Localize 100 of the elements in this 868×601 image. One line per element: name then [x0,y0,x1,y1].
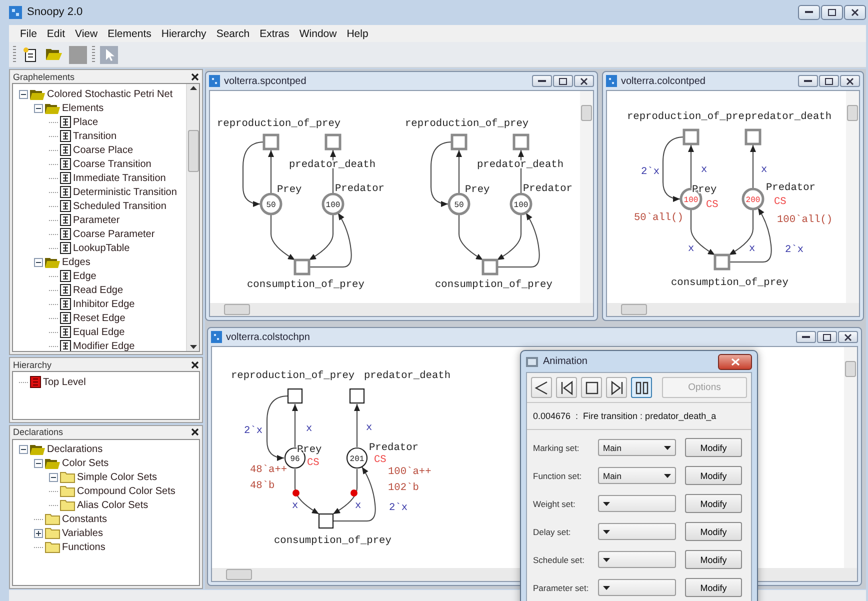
close-icon[interactable] [191,72,199,81]
minimize-button[interactable] [798,75,818,88]
scroll-thumb[interactable] [581,105,592,122]
scroll-down-icon[interactable] [190,345,196,350]
tree-item[interactable]: Declarations [47,444,103,456]
tree-item[interactable]: Compound Color Sets [77,486,176,498]
stop-button[interactable] [581,377,602,398]
set-dropdown[interactable] [598,579,676,596]
tree-item[interactable]: Coarse Parameter [73,228,155,240]
token-count: 100 [684,196,698,206]
transition-label: predator_death [745,111,832,124]
minimize-button[interactable] [796,331,816,344]
tree-item[interactable]: Read Edge [73,284,124,296]
menu-item[interactable]: Edit [42,28,70,40]
tree-item[interactable]: Coarse Place [73,144,134,156]
set-label: Delay set: [533,526,572,536]
collapse-toggle[interactable] [34,459,43,468]
open-folder-icon [45,458,60,470]
scroll-thumb[interactable] [188,130,198,172]
close-icon[interactable] [191,428,199,436]
scroll-thumb[interactable] [847,105,858,122]
tree-item[interactable]: LookupTable [73,242,130,254]
tree-item[interactable]: Coarse Transition [73,158,152,170]
place-label: Prey [692,184,717,196]
collapse-toggle[interactable] [34,104,43,113]
modify-button[interactable]: Modify [685,438,742,457]
tree-item[interactable]: Variables [62,528,103,540]
modify-button[interactable]: Modify [685,466,742,485]
tree-item[interactable]: Immediate Transition [73,172,166,184]
scroll-up-icon[interactable] [190,86,196,90]
set-dropdown[interactable] [598,495,676,512]
vertical-scrollbar[interactable] [580,91,593,304]
tree-item[interactable]: Functions [62,542,106,554]
tree-item[interactable]: Top Level [43,376,86,388]
tree-item[interactable]: Deterministic Transition [73,186,177,198]
maximize-button[interactable] [821,4,843,20]
tree-item[interactable]: Modifier Edge [73,340,135,352]
arc-inscription: 2`x [785,244,804,256]
tree-item[interactable]: Alias Color Sets [77,500,148,512]
collapse-toggle[interactable] [49,473,58,482]
set-dropdown[interactable]: Main [598,467,676,484]
tree-item[interactable]: Simple Color Sets [77,472,158,484]
set-dropdown[interactable]: Main [598,439,676,456]
close-button[interactable] [574,75,594,88]
menu-item[interactable]: View [70,28,103,40]
tree-item[interactable]: Elements [62,102,104,114]
tree-item[interactable]: Transition [73,130,117,142]
menu-item[interactable]: Help [342,28,374,40]
back-button[interactable] [531,377,552,398]
modify-button[interactable]: Modify [685,578,742,597]
modify-button[interactable]: Modify [685,550,742,569]
step-back-button[interactable] [556,377,577,398]
collapse-toggle[interactable] [19,90,28,99]
modify-button[interactable]: Modify [685,522,742,541]
tree-item[interactable]: Place [73,116,98,128]
menu-item[interactable]: File [15,28,42,40]
collapse-toggle[interactable] [34,258,43,267]
minimize-button[interactable] [798,4,820,20]
tree-item[interactable]: Color Sets [62,458,109,470]
tree-item[interactable]: Edge [73,270,96,282]
maximize-button[interactable] [553,75,573,88]
tree-item[interactable]: Inhibitor Edge [73,298,135,310]
set-dropdown[interactable] [598,523,676,540]
pause-button[interactable] [631,377,652,398]
horizontal-scrollbar[interactable] [210,303,593,316]
maximize-button[interactable] [819,75,839,88]
tree-item[interactable]: Colored Stochastic Petri Net [47,88,173,100]
window-title: volterra.colcontped [621,76,706,87]
close-button[interactable] [838,331,858,344]
step-forward-button[interactable] [606,377,627,398]
menu-item[interactable]: Extras [254,28,294,40]
scroll-thumb[interactable] [224,304,250,316]
vertical-scrollbar[interactable] [844,347,857,568]
scroll-thumb[interactable] [226,569,252,580]
horizontal-scrollbar[interactable] [607,303,859,316]
minimize-button[interactable] [532,75,552,88]
menu-item[interactable]: Window [294,28,342,40]
tree-item[interactable]: Constants [62,514,108,526]
close-button[interactable] [844,4,866,20]
close-button[interactable] [840,75,860,88]
modify-button[interactable]: Modify [685,494,742,513]
close-button[interactable] [718,354,752,370]
collapse-toggle[interactable] [19,445,28,454]
vertical-scrollbar[interactable] [846,91,859,304]
menu-item[interactable]: Search [211,28,255,40]
tree-item[interactable]: Edges [62,256,90,268]
maximize-button[interactable] [817,331,837,344]
scroll-thumb[interactable] [845,361,856,378]
tree-item[interactable]: Reset Edge [73,312,126,324]
scroll-thumb[interactable] [621,304,647,316]
tree-item[interactable]: Parameter [73,214,120,226]
transition-box [287,388,303,404]
expand-toggle[interactable] [34,529,43,538]
menu-item[interactable]: Elements [102,28,156,40]
tree-item[interactable]: Scheduled Transition [73,200,166,212]
menu-item[interactable]: Hierarchy [156,28,212,40]
close-icon[interactable] [191,360,199,369]
tree-item[interactable]: Equal Edge [73,326,125,338]
set-dropdown[interactable] [598,551,676,568]
vertical-scrollbar[interactable] [186,84,199,352]
